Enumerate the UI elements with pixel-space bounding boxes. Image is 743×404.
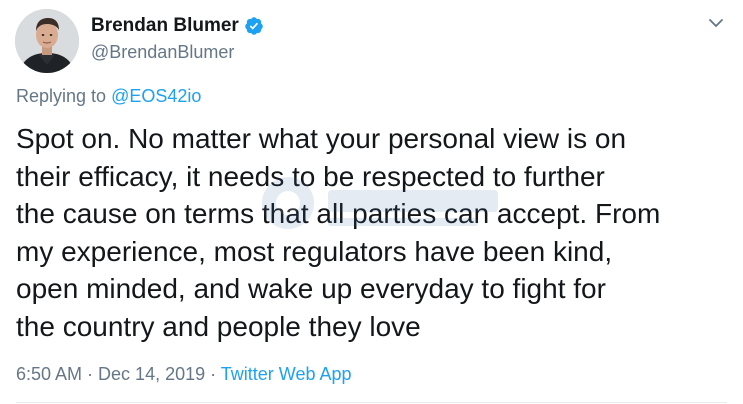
tweet-date[interactable]: Dec 14, 2019: [98, 364, 205, 384]
meta-separator: ·: [82, 364, 99, 384]
display-name[interactable]: Brendan Blumer: [91, 14, 239, 38]
tweet-text: Spot on. No matter what your personal vi…: [16, 123, 661, 342]
tweet-meta: 6:50 AM · Dec 14, 2019 · Twitter Web App: [16, 362, 352, 386]
tweet-source-link[interactable]: Twitter Web App: [221, 364, 352, 384]
tweet-card: Brendan Blumer @BrendanBlumer Replying t…: [0, 0, 743, 404]
user-handle[interactable]: @BrendanBlumer: [91, 41, 264, 63]
avatar[interactable]: [15, 9, 79, 73]
tweet-time[interactable]: 6:50 AM: [16, 364, 82, 384]
chevron-down-icon[interactable]: [707, 14, 725, 32]
avatar-photo: [15, 9, 79, 73]
verified-badge-icon: [244, 16, 264, 36]
meta-separator: ·: [205, 364, 221, 384]
replying-to: Replying to @EOS42io: [16, 84, 201, 108]
name-row: Brendan Blumer: [91, 14, 264, 38]
reply-handle-link[interactable]: @EOS42io: [111, 86, 201, 106]
author-block[interactable]: Brendan Blumer @BrendanBlumer: [91, 14, 264, 63]
reply-prefix: Replying to: [16, 86, 112, 106]
divider: [16, 402, 727, 403]
